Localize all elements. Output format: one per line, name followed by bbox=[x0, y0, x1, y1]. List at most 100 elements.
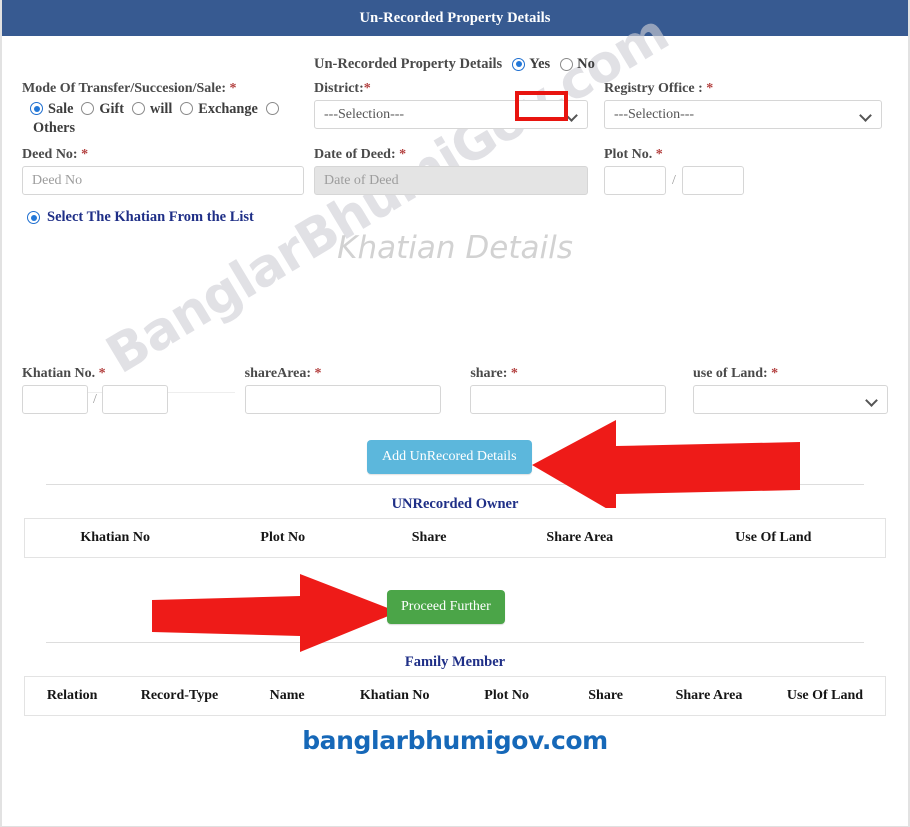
select-khatian-row[interactable]: Select The Khatian From the List bbox=[22, 209, 888, 226]
left-pointing-arrow-annotation bbox=[532, 420, 800, 508]
share-input[interactable] bbox=[470, 385, 667, 414]
share-label: share: * bbox=[470, 366, 518, 381]
divider-after-proceed bbox=[46, 642, 864, 643]
mode-of-transfer-label: Mode Of Transfer/Succesion/Sale: * bbox=[22, 81, 237, 96]
mode-of-transfer-group: Mode Of Transfer/Succesion/Sale: * Sale G… bbox=[22, 81, 314, 138]
deed-no-label: Deed No: * bbox=[22, 147, 89, 162]
mode-label-gift: Gift bbox=[99, 101, 125, 117]
mode-radio-gift[interactable] bbox=[81, 102, 95, 115]
required-asterisk: * bbox=[363, 81, 371, 96]
plot-no-label: Plot No. * bbox=[604, 147, 663, 162]
plot-no-separator: / bbox=[672, 172, 676, 188]
mode-label-others: Others bbox=[33, 120, 76, 136]
column-header-khatian-no: Khatian No bbox=[359, 688, 430, 703]
column-header-name: Name bbox=[269, 688, 305, 703]
add-unrecorded-details-button[interactable]: Add UnRecored Details bbox=[367, 440, 532, 474]
use-of-land-group: use of Land: * bbox=[692, 366, 888, 414]
column-header-plot-no: Plot No bbox=[260, 530, 306, 545]
share-area-label: shareArea: * bbox=[244, 366, 322, 381]
mode-radio-will[interactable] bbox=[132, 102, 146, 115]
date-of-deed-input[interactable] bbox=[314, 166, 588, 195]
unrecorded-owner-table-head: Khatian No Plot No Share Share Area Use … bbox=[25, 519, 886, 558]
khatian-no-first-input[interactable] bbox=[22, 385, 88, 414]
family-member-table-head: Relation Record-Type Name Khatian No Plo… bbox=[25, 677, 886, 716]
khatian-no-second-input[interactable] bbox=[101, 385, 168, 414]
unrecorded-owner-table: Khatian No Plot No Share Share Area Use … bbox=[24, 518, 886, 558]
khatian-no-group: Khatian No. * / bbox=[22, 366, 245, 414]
mode-label-exchange: Exchange bbox=[198, 101, 258, 117]
family-member-title: Family Member bbox=[404, 654, 506, 670]
column-header-use-of-land: Use Of Land bbox=[786, 688, 864, 703]
select-khatian-radio[interactable] bbox=[27, 211, 40, 224]
column-header-share: Share bbox=[411, 530, 447, 545]
required-asterisk: * bbox=[655, 147, 663, 162]
family-member-table: Relation Record-Type Name Khatian No Plo… bbox=[24, 676, 886, 716]
required-asterisk: * bbox=[314, 366, 322, 381]
unrecorded-no-label: No bbox=[577, 55, 595, 72]
mode-radio-others[interactable] bbox=[265, 102, 279, 115]
column-header-use-of-land: Use Of Land bbox=[735, 530, 812, 545]
required-asterisk: * bbox=[399, 147, 407, 162]
plot-no-group: Plot No. * / bbox=[604, 147, 882, 195]
form-content: Un-Recorded Property Details Yes No Mode… bbox=[2, 49, 908, 755]
table-header-row: Relation Record-Type Name Khatian No Plo… bbox=[25, 677, 886, 716]
mode-label-will: will bbox=[150, 101, 173, 117]
column-header-share: Share bbox=[588, 688, 623, 703]
share-group: share: * bbox=[470, 366, 693, 414]
use-of-land-select[interactable] bbox=[692, 385, 888, 414]
right-pointing-arrow-annotation bbox=[152, 574, 398, 652]
unrecorded-toggle-label: Un-Recorded Property Details bbox=[314, 55, 503, 72]
district-select-wrapper: ---Selection--- bbox=[314, 100, 588, 129]
unrecorded-no-radio[interactable] bbox=[560, 57, 574, 71]
registry-office-select-wrapper: ---Selection--- bbox=[604, 100, 882, 129]
mode-of-transfer-options: Sale Gift will Exchange Others bbox=[22, 100, 304, 138]
select-khatian-label: Select The Khatian From the List bbox=[47, 209, 254, 225]
column-header-relation: Relation bbox=[46, 688, 98, 703]
unrecorded-yes-radio[interactable] bbox=[512, 57, 526, 71]
required-asterisk: * bbox=[706, 81, 714, 96]
date-of-deed-group: Date of Deed: * bbox=[314, 147, 604, 195]
registry-office-group: Registry Office : * ---Selection--- bbox=[604, 81, 882, 138]
add-unrecorded-row: Add UnRecored Details bbox=[22, 420, 888, 508]
share-area-input[interactable] bbox=[244, 385, 441, 414]
khatian-no-pair: / bbox=[22, 385, 245, 414]
column-header-record-type: Record-Type bbox=[140, 688, 219, 703]
district-group: District:* ---Selection--- bbox=[314, 81, 604, 138]
date-of-deed-label: Date of Deed: * bbox=[314, 147, 407, 162]
registry-office-label: Registry Office : * bbox=[604, 81, 714, 96]
district-select[interactable]: ---Selection--- bbox=[314, 100, 588, 129]
column-header-share-area: Share Area bbox=[675, 688, 743, 703]
column-header-khatian-no: Khatian No bbox=[80, 530, 150, 545]
deed-no-group: Deed No: * bbox=[22, 147, 314, 195]
plot-no-first-input[interactable] bbox=[604, 166, 666, 195]
khatian-detail-row: Khatian No. * / shareArea: * share: * us… bbox=[22, 366, 888, 414]
plot-no-second-input[interactable] bbox=[681, 166, 744, 195]
required-asterisk: * bbox=[510, 366, 518, 381]
divider-after-add bbox=[46, 484, 864, 485]
use-of-land-select-wrapper bbox=[692, 385, 888, 414]
khatian-no-separator: / bbox=[93, 391, 97, 407]
mode-radio-sale[interactable] bbox=[30, 102, 43, 115]
column-header-share-area: Share Area bbox=[546, 530, 614, 545]
use-of-land-label: use of Land: * bbox=[692, 366, 779, 381]
unrecorded-toggle-row: Un-Recorded Property Details Yes No bbox=[22, 49, 888, 79]
khatian-no-label: Khatian No. * bbox=[22, 366, 106, 381]
table-header-row: Khatian No Plot No Share Share Area Use … bbox=[25, 519, 886, 558]
required-asterisk: * bbox=[81, 147, 89, 162]
required-asterisk: * bbox=[771, 366, 779, 381]
deed-no-input[interactable] bbox=[22, 166, 304, 195]
proceed-further-button[interactable]: Proceed Further bbox=[387, 590, 505, 624]
required-asterisk: * bbox=[98, 366, 106, 381]
unrecorded-yes-label: Yes bbox=[529, 55, 551, 72]
unrecorded-owner-title: UNRecorded Owner bbox=[391, 496, 519, 512]
proceed-further-row: Proceed Further bbox=[22, 574, 888, 652]
registry-office-select[interactable]: ---Selection--- bbox=[604, 100, 882, 129]
plot-no-pair: / bbox=[604, 166, 882, 195]
required-asterisk: * bbox=[229, 81, 237, 96]
mode-radio-exchange[interactable] bbox=[180, 102, 194, 115]
mode-label-sale: Sale bbox=[48, 101, 74, 117]
share-area-group: shareArea: * bbox=[244, 366, 471, 414]
page-title: Un-Recorded Property Details bbox=[359, 9, 551, 26]
field-row-1: Mode Of Transfer/Succesion/Sale: * Sale G… bbox=[22, 81, 888, 138]
window-title-bar: Un-Recorded Property Details bbox=[2, 0, 908, 36]
